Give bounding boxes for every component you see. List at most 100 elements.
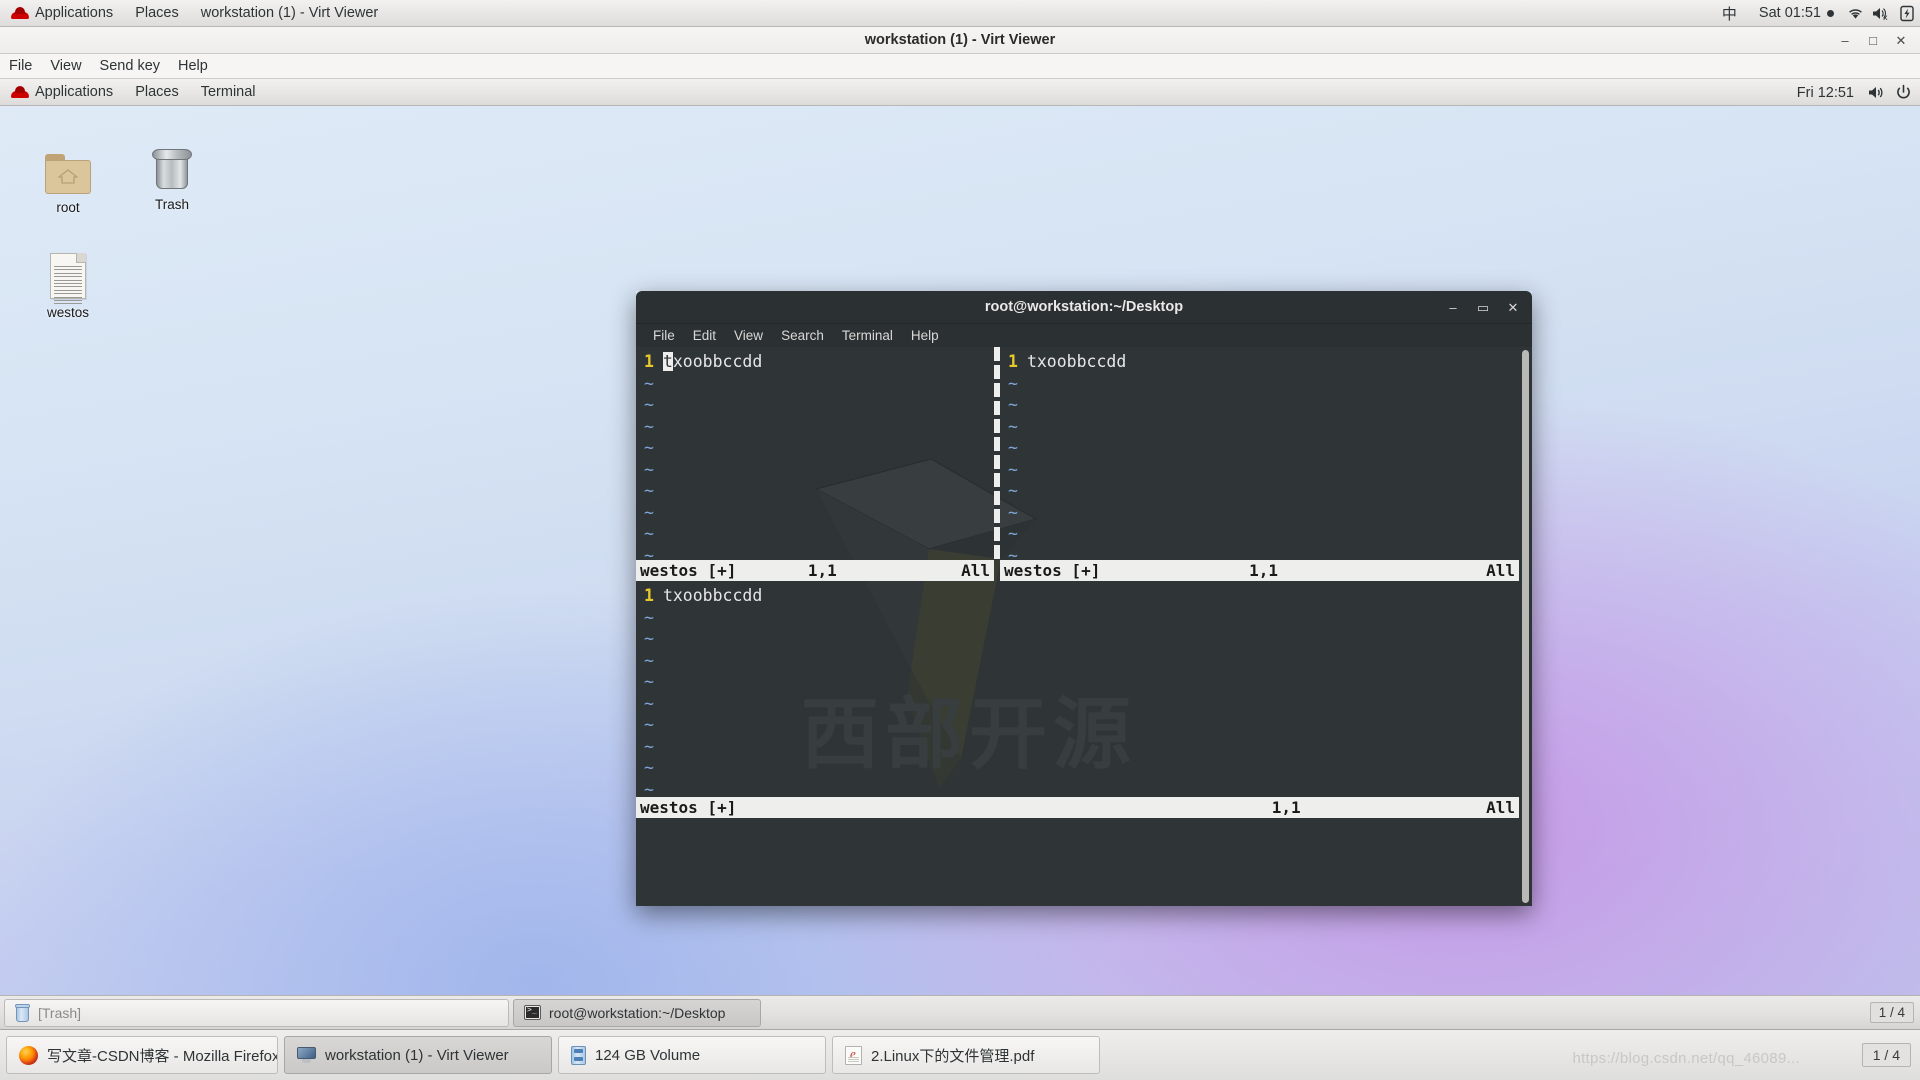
host-top-panel: Applications Places workstation (1) - Vi… (0, 0, 1920, 27)
vim-tilde: ~ (644, 524, 654, 543)
guest-window-menu-label: Terminal (200, 84, 256, 100)
guest-workspace-indicator[interactable]: 1 / 4 (1869, 1002, 1914, 1023)
desktop-icon-trash[interactable]: Trash (124, 133, 220, 215)
virt-viewer-menubar: File View Send key Help (0, 54, 1920, 79)
ime-indicator[interactable]: 中 (1708, 3, 1751, 24)
guest-menu-applications[interactable]: Applications (0, 79, 124, 106)
guest-task-terminal[interactable]: root@workstation:~/Desktop (513, 998, 761, 1027)
host-panel-tray: 中 Sat 01:51 x (1708, 0, 1920, 27)
terminal-title: root@workstation:~/Desktop (984, 299, 1184, 315)
host-task-virt-viewer-label: workstation (1) - Virt Viewer (325, 1046, 509, 1064)
host-workspace-indicator[interactable]: 1 / 4 (1861, 1043, 1911, 1067)
terminal-window-controls: – ▭ ✕ (1442, 291, 1524, 324)
close-icon[interactable]: ✕ (1888, 30, 1914, 52)
terminal-icon (524, 1005, 541, 1020)
vim-vertical-split-separator (994, 347, 1000, 560)
guest-task-trash[interactable]: [Trash] (4, 998, 509, 1027)
terminal-menu-terminal[interactable]: Terminal (833, 324, 902, 347)
guest-panel-tray: Fri 12:51 (1787, 79, 1916, 106)
desktop-icon-westos[interactable]: westos (20, 241, 116, 323)
vim-tilde: ~ (644, 650, 654, 670)
terminal-scrollbar-thumb[interactable] (1522, 350, 1529, 903)
maximize-icon[interactable]: □ (1860, 30, 1886, 52)
host-taskbar: 写文章-CSDN博客 - Mozilla Firefox workstation… (0, 1029, 1920, 1080)
terminal-titlebar[interactable]: root@workstation:~/Desktop – ▭ ✕ (636, 291, 1532, 324)
document-icon (20, 241, 116, 305)
vim-tilde: ~ (1008, 502, 1018, 522)
vv-menu-view[interactable]: View (41, 54, 90, 79)
vim-statusline-top-right: westos [+] 1,1 All (1000, 560, 1519, 581)
vim-tilde: ~ (1008, 373, 1018, 393)
close-icon[interactable]: ✕ (1502, 297, 1524, 319)
vim-cursor: t (662, 352, 673, 371)
vim-line-1: 1 txoobbccdd (644, 585, 1504, 607)
terminal-menu-search[interactable]: Search (772, 324, 833, 347)
guest-desktop: root Trash westos root@workstation:~/Des… (0, 106, 1920, 1029)
vim-tilde: ~ (644, 481, 654, 500)
guest-menu-applications-label: Applications (35, 84, 114, 100)
host-clock[interactable]: Sat 01:51 (1751, 5, 1842, 21)
vim-status-scroll: All (1486, 561, 1515, 580)
terminal-menu-file[interactable]: File (644, 324, 684, 347)
maximize-icon[interactable]: ▭ (1472, 297, 1494, 319)
vim-line-text: xoobbccdd (672, 352, 763, 371)
vv-menu-send-key[interactable]: Send key (91, 54, 169, 79)
volume-icon[interactable] (1864, 79, 1890, 106)
host-panel-spacer (389, 0, 1708, 27)
host-task-pdf-label: 2.Linux下的文件管理.pdf (871, 1047, 1035, 1065)
pdf-icon (845, 1045, 862, 1065)
host-menu-places-label: Places (135, 5, 179, 21)
host-menu-applications[interactable]: Applications (0, 0, 124, 27)
host-menu-places[interactable]: Places (124, 0, 190, 27)
vim-status-position: 1,1 (1249, 561, 1279, 580)
power-icon[interactable] (1890, 79, 1916, 106)
terminal-window[interactable]: root@workstation:~/Desktop – ▭ ✕ File Ed… (636, 291, 1532, 906)
host-task-virt-viewer[interactable]: workstation (1) - Virt Viewer (284, 1036, 552, 1074)
vim-tilde: ~ (644, 459, 654, 479)
redhat-icon (11, 6, 29, 20)
volume-muted-icon[interactable]: x (1868, 0, 1894, 27)
terminal-content[interactable]: 西部开源 1 txoobbccdd ~ ~ ~ ~ ~ ~ ~ ~ ~ 1 tx… (636, 347, 1532, 906)
virt-viewer-window-controls: – □ ✕ (1832, 27, 1914, 54)
desktop-icon-trash-label: Trash (154, 197, 189, 212)
minimize-icon[interactable]: – (1832, 30, 1858, 52)
guest-menu-places[interactable]: Places (124, 79, 190, 106)
vim-tilde: ~ (644, 672, 654, 691)
guest-clock[interactable]: Fri 12:51 (1787, 85, 1864, 101)
terminal-menubar: File Edit View Search Terminal Help (636, 324, 1532, 347)
vim-tilde: ~ (644, 438, 654, 457)
host-task-firefox-label: 写文章-CSDN博客 - Mozilla Firefox (47, 1047, 278, 1065)
vim-pane-bottom[interactable]: 1 txoobbccdd ~ ~ ~ ~ ~ ~ ~ ~ ~ (644, 585, 1504, 800)
battery-charging-icon[interactable] (1894, 0, 1920, 27)
vim-tilde: ~ (644, 629, 654, 648)
vim-status-scroll: All (961, 561, 990, 580)
terminal-menu-view[interactable]: View (725, 324, 772, 347)
minimize-icon[interactable]: – (1442, 297, 1464, 319)
host-clock-label: Sat 01:51 (1758, 5, 1821, 21)
guest-taskbar: [Trash] root@workstation:~/Desktop 1 / 4 (0, 995, 1920, 1029)
vim-pane-top-left[interactable]: 1 txoobbccdd ~ ~ ~ ~ ~ ~ ~ ~ ~ (644, 351, 996, 566)
guest-window-menu-terminal[interactable]: Terminal (190, 79, 267, 106)
guest-task-trash-label: [Trash] (38, 1004, 82, 1021)
guest-display: Applications Places Terminal Fri 12:51 r… (0, 79, 1920, 1029)
vim-tilde: ~ (644, 736, 654, 756)
svg-text:x: x (1883, 13, 1888, 21)
terminal-menu-edit[interactable]: Edit (684, 324, 725, 347)
vim-pane-top-right[interactable]: 1 txoobbccdd ~ ~ ~ ~ ~ ~ ~ ~ ~ (1008, 351, 1408, 566)
virt-viewer-titlebar[interactable]: workstation (1) - Virt Viewer – □ ✕ (0, 27, 1920, 54)
host-task-volume[interactable]: 124 GB Volume (558, 1036, 826, 1074)
terminal-scrollbar[interactable] (1519, 347, 1532, 906)
trash-icon (124, 133, 220, 191)
vim-line-text: txoobbccdd (1026, 352, 1127, 371)
wifi-icon[interactable] (1842, 0, 1868, 27)
desktop-icon-root[interactable]: root (20, 136, 116, 218)
vim-tilde: ~ (1008, 395, 1018, 414)
vv-menu-file[interactable]: File (0, 54, 41, 79)
host-window-menu-virt-viewer[interactable]: workstation (1) - Virt Viewer (190, 0, 390, 27)
host-task-firefox[interactable]: 写文章-CSDN博客 - Mozilla Firefox (6, 1036, 278, 1074)
terminal-menu-help[interactable]: Help (902, 324, 948, 347)
host-task-pdf[interactable]: 2.Linux下的文件管理.pdf (832, 1036, 1100, 1074)
vim-tilde: ~ (644, 502, 654, 522)
vv-menu-help[interactable]: Help (169, 54, 217, 79)
recording-dot-icon (1827, 9, 1834, 17)
